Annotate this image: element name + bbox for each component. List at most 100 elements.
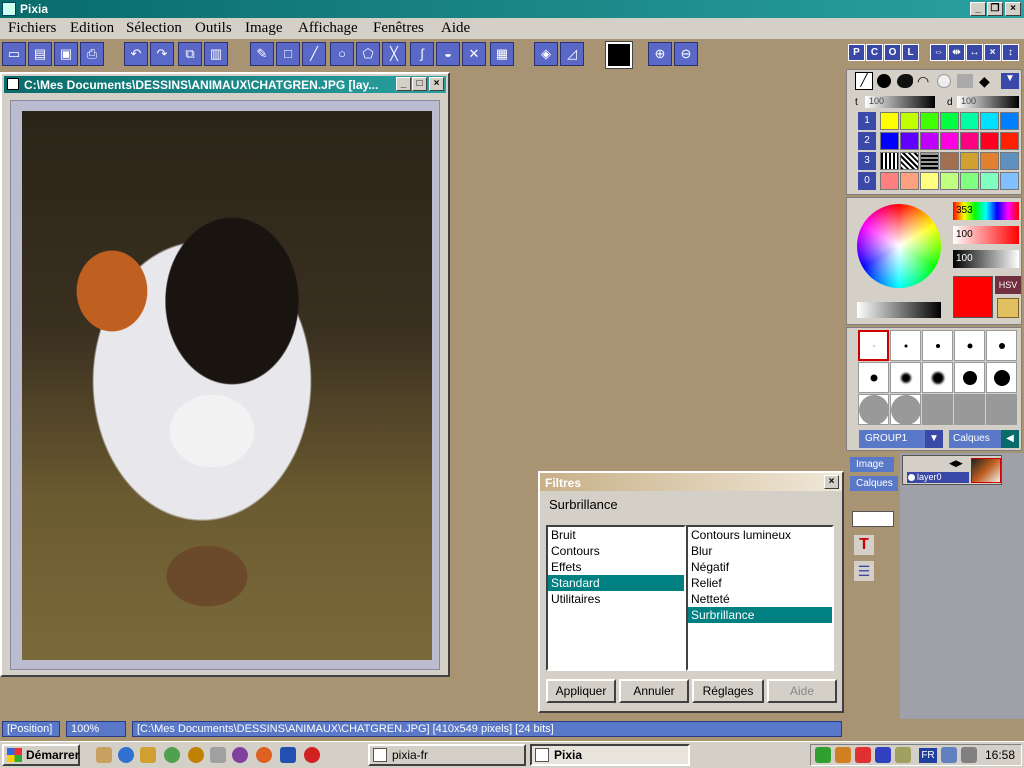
layer-color-field[interactable] [852,511,894,527]
panel-l-button[interactable]: L [902,44,919,61]
quicklaunch-icon[interactable] [210,747,226,763]
print-icon[interactable]: ⎙ [80,42,104,66]
ellipse-tool-icon[interactable]: ○ [330,42,354,66]
pattern-swatch[interactable] [880,152,899,170]
palette-swatch[interactable] [960,112,979,130]
color-wheel[interactable] [857,204,941,288]
menu-image[interactable]: Image [245,20,282,37]
folder-icon[interactable] [997,298,1019,318]
pattern-swatch[interactable] [980,152,999,170]
palette-swatch[interactable] [920,172,939,190]
brush-preset[interactable] [986,362,1017,393]
palette-swatch[interactable] [880,172,899,190]
cross-tool-icon[interactable]: ╳ [382,42,406,66]
list-item[interactable]: Effets [548,559,684,575]
filters-dialog-titlebar[interactable]: Filtres × [540,473,842,491]
list-item[interactable]: Contours [548,543,684,559]
undo-icon[interactable]: ↶ [124,42,148,66]
hsv-button[interactable]: HSV [995,276,1021,294]
close-icon[interactable]: × [824,475,839,489]
layer-options-icon[interactable]: ◈ [534,42,558,66]
rectangle-tool-icon[interactable]: □ [276,42,300,66]
quicklaunch-icon[interactable] [188,747,204,763]
smudge-icon[interactable] [897,74,913,88]
pixia-app-icon[interactable] [2,2,16,16]
layer-arrows-icon[interactable]: ◀▶ [949,458,963,469]
brush-preset[interactable] [986,330,1017,361]
image-window-titlebar[interactable]: C:\Mes Documents\DESSINS\ANIMAUX\CHATGRE… [4,76,446,93]
tray-icon[interactable] [835,747,851,763]
brush-preset[interactable] [858,330,889,361]
pen-tool-icon[interactable]: ✎ [250,42,274,66]
internet-explorer-icon[interactable] [118,747,134,763]
brush-preset[interactable] [858,362,889,393]
network-icon[interactable] [941,747,957,763]
list-item[interactable]: Contours lumineux [688,527,832,543]
menu-affichage[interactable]: Affichage [298,20,358,37]
task-pixia[interactable]: Pixia [530,744,690,766]
calques-tab[interactable]: Calques [850,476,898,491]
polygon-tool-icon[interactable]: ⬠ [356,42,380,66]
palette-swatch[interactable] [980,112,999,130]
lasso-icon[interactable]: ◠ [917,73,929,90]
tray-icon[interactable] [815,747,831,763]
zoom-out-icon[interactable]: ⊖ [674,42,698,66]
pencil-icon[interactable]: ╱ [855,72,873,90]
pattern-swatch[interactable] [920,152,939,170]
panel-o-button[interactable]: O [884,44,901,61]
eraser-tool-icon[interactable]: ◆ [979,73,990,90]
menu-edition[interactable]: Edition [70,20,114,37]
palette-swatch[interactable] [940,112,959,130]
list-item[interactable]: Netteté [688,591,832,607]
list-item[interactable]: Surbrillance [688,607,832,623]
firefox-icon[interactable] [256,747,272,763]
cancel-button[interactable]: Annuler [619,679,689,703]
expand-icon[interactable]: ↔ [966,44,983,61]
tray-icon[interactable] [875,747,891,763]
tray-icon[interactable] [895,747,911,763]
quicklaunch-icon[interactable] [304,747,320,763]
category-list[interactable]: Bruit Contours Effets Standard Utilitair… [546,525,686,671]
palette-swatch[interactable] [880,132,899,150]
palette-row-2[interactable]: 2 [858,132,876,150]
list-item[interactable]: Relief [688,575,832,591]
list-item[interactable]: Bruit [548,527,684,543]
pattern-swatch[interactable] [900,152,919,170]
palette-swatch[interactable] [1000,172,1019,190]
stamp-icon[interactable] [957,74,973,88]
brush-preset[interactable] [922,330,953,361]
hue-slider[interactable]: 353 [953,202,1019,220]
list-item[interactable]: Blur [688,543,832,559]
palette-swatch[interactable] [920,132,939,150]
airbrush-icon[interactable] [877,74,891,88]
quicklaunch-icon[interactable] [164,747,180,763]
fill-bucket-icon[interactable]: ◒ [436,42,460,66]
menu-fenetres[interactable]: Fenêtres [373,20,424,37]
task-pixia-fr[interactable]: pixia-fr [368,744,526,766]
eraser-icon[interactable]: ✕ [462,42,486,66]
brush-preset[interactable] [858,394,889,425]
palette-swatch[interactable] [940,172,959,190]
list-item[interactable]: Négatif [688,559,832,575]
copy-icon[interactable]: ⧉ [178,42,202,66]
curve-tool-icon[interactable]: ∫ [410,42,434,66]
palette-swatch[interactable] [900,132,919,150]
zoom-in-icon[interactable]: ⊕ [648,42,672,66]
list-item[interactable]: Standard [548,575,684,591]
tray-icon[interactable] [855,747,871,763]
brush-size-slider[interactable]: 100 [865,96,935,108]
menu-fichiers[interactable]: Fichiers [8,20,56,37]
close-icon[interactable]: × [1005,2,1021,16]
brush-preset[interactable] [986,394,1017,425]
chevron-down-icon[interactable]: ▼ [1001,73,1019,89]
layer-visible-icon[interactable] [908,474,915,481]
line-tool-icon[interactable]: ╱ [302,42,326,66]
play-icon[interactable]: ◀ [1001,430,1019,448]
palette-swatch[interactable] [920,112,939,130]
panel-scroll-icon[interactable]: ↕ [1002,44,1019,61]
current-color-swatch[interactable] [953,276,993,318]
open-folder-icon[interactable]: ▤ [28,42,52,66]
chevron-down-icon[interactable]: ▼ [925,430,943,448]
cat-photo-canvas[interactable] [22,111,432,660]
apply-button[interactable]: Appliquer [546,679,616,703]
